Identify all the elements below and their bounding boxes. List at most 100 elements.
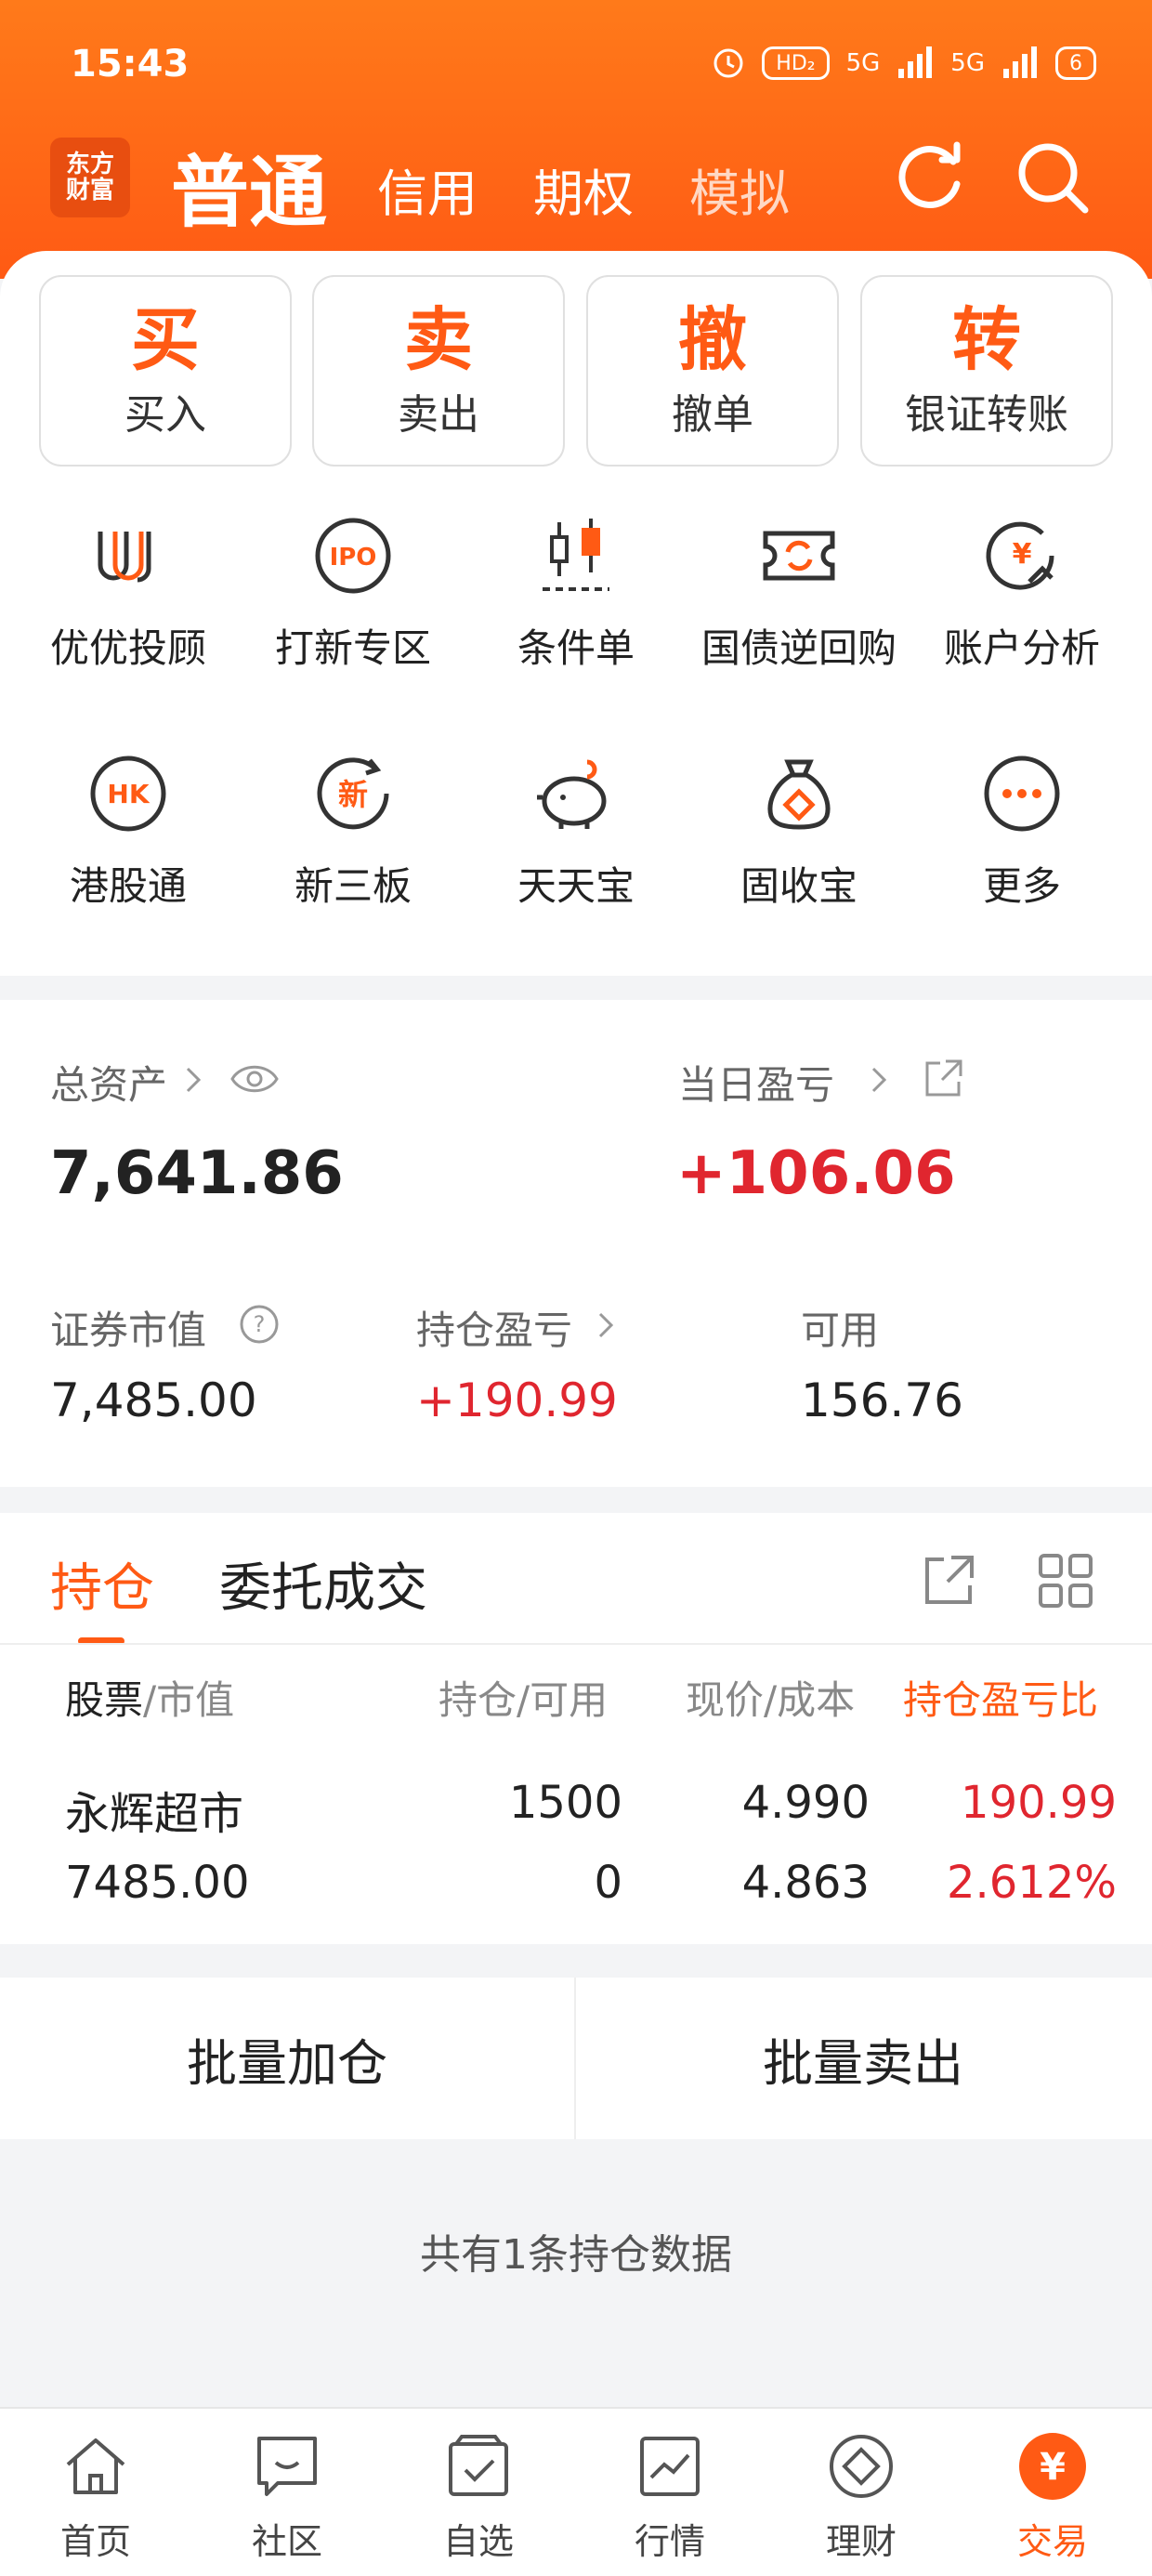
diamond-icon xyxy=(830,2435,893,2498)
app-header: 15:43 HD₂ 5G 5G 6 东方 财富 普通 信用 期权 模拟 xyxy=(0,0,1152,279)
asset-summary: 总资产 7,641.86 当日盈亏 +106.06 证券市值 ? 7,485.0… xyxy=(0,1000,1152,1487)
batch-add-button[interactable]: 批量加仓 xyxy=(0,1978,574,2139)
nav-label: 交易 xyxy=(1016,2521,1088,2562)
feature-label: 天天宝 xyxy=(517,863,635,909)
batch-sell-button[interactable]: 批量卖出 xyxy=(576,1978,1150,2139)
stock-market-value: 7485.00 xyxy=(65,1857,250,1909)
alarm-icon xyxy=(713,48,743,78)
svg-text:?: ? xyxy=(254,1311,266,1337)
stock-name: 永辉超市 xyxy=(65,1788,244,1840)
app-logo[interactable]: 东方 财富 xyxy=(50,138,130,217)
chevron-right-icon xyxy=(598,1312,614,1338)
daily-pl-label[interactable]: 当日盈亏 xyxy=(678,1054,834,1111)
yen-analysis-icon: ¥ xyxy=(986,521,1054,590)
holdings-section: 持仓 委托成交 股票 /市值 持仓/可用 现价/成本 持仓盈亏比 永辉超市 74… xyxy=(0,1513,1152,1944)
trade-yen-icon: ¥ xyxy=(1019,2433,1086,2500)
buy-button[interactable]: 买 买入 xyxy=(39,275,292,467)
candlestick-icon xyxy=(543,519,609,591)
grid-view-icon[interactable] xyxy=(1035,1550,1094,1610)
feature-more[interactable]: 更多 xyxy=(907,740,1137,926)
col-header-position: 持仓/可用 xyxy=(439,1677,609,1723)
feature-uu-advisor[interactable]: 优优投顾 xyxy=(13,502,243,688)
quick-actions-panel: 买 买入 卖 卖出 撤 撤单 转 银证转账 优优投顾 IPO 打新专区 条件单 … xyxy=(0,251,1152,976)
market-value: 7,485.00 xyxy=(50,1373,257,1427)
feature-reverse-repo[interactable]: 国债逆回购 xyxy=(684,502,914,688)
feature-conditional-order[interactable]: 条件单 xyxy=(461,502,691,688)
transfer-label: 银证转账 xyxy=(905,391,1068,439)
market-value-label: 证券市值 xyxy=(50,1308,207,1353)
batch-actions: 批量加仓 批量卖出 xyxy=(0,1978,1152,2139)
divider xyxy=(0,1643,1152,1645)
refresh-icon[interactable] xyxy=(888,136,972,219)
cancel-glyph: 撤 xyxy=(678,300,747,380)
hd-badge: HD₂ xyxy=(762,46,830,80)
new-board-icon: 新 xyxy=(317,757,389,830)
tab-positions[interactable]: 持仓 xyxy=(50,1546,154,1622)
tab-orders-trades[interactable]: 委托成交 xyxy=(219,1546,427,1622)
help-icon[interactable]: ? xyxy=(238,1303,281,1346)
col-header-price: 现价/成本 xyxy=(686,1677,856,1723)
logo-text-2: 财富 xyxy=(65,177,114,204)
sell-button[interactable]: 卖 卖出 xyxy=(312,275,565,467)
feature-label: 新三板 xyxy=(294,863,412,909)
tab-options[interactable]: 期权 xyxy=(533,152,634,226)
watchlist-icon xyxy=(449,2435,508,2496)
cancel-label: 撤单 xyxy=(672,391,753,439)
nav-label: 自选 xyxy=(442,2521,514,2562)
position-pl: 190.99 xyxy=(961,1777,1117,1829)
position-qty: 1500 xyxy=(508,1777,622,1829)
nav-watchlist[interactable]: 自选 xyxy=(383,2409,574,2576)
tab-credit[interactable]: 信用 xyxy=(377,152,478,226)
feature-label: 账户分析 xyxy=(943,625,1100,671)
search-icon[interactable] xyxy=(1011,136,1094,219)
nav-label: 理财 xyxy=(825,2521,897,2562)
logo-text-1: 东方 xyxy=(65,151,114,178)
export-icon[interactable] xyxy=(920,1550,979,1610)
feature-new-third-board[interactable]: 新 新三板 xyxy=(238,740,468,926)
feature-fixed-income[interactable]: 固收宝 xyxy=(684,740,914,926)
ipo-icon: IPO xyxy=(315,518,391,594)
feature-label: 港股通 xyxy=(69,863,187,909)
available-value: 156.76 xyxy=(801,1373,963,1427)
feature-label: 国债逆回购 xyxy=(700,625,897,671)
status-bar: 15:43 HD₂ 5G 5G 6 xyxy=(0,37,1152,102)
position-pl-value: +190.99 xyxy=(416,1373,618,1427)
home-icon xyxy=(66,2438,125,2494)
signal-5g-2: 5G xyxy=(950,49,985,77)
feature-tiantianbao[interactable]: 天天宝 xyxy=(461,740,691,926)
col-header-pl-ratio[interactable]: 持仓盈亏比 xyxy=(903,1669,1106,1726)
signal-5g-1: 5G xyxy=(845,49,881,77)
uu-advisor-icon xyxy=(98,532,151,583)
total-assets-label[interactable]: 总资产 xyxy=(50,1054,167,1111)
available-qty: 0 xyxy=(594,1857,622,1909)
chevron-right-icon xyxy=(871,1067,887,1093)
tab-normal[interactable]: 普通 xyxy=(171,130,327,243)
nav-community[interactable]: 社区 xyxy=(191,2409,383,2576)
transfer-glyph: 转 xyxy=(952,300,1021,380)
feature-ipo[interactable]: IPO 打新专区 xyxy=(238,502,468,688)
buy-glyph: 买 xyxy=(131,300,200,380)
current-price: 4.990 xyxy=(741,1777,870,1829)
feature-account-analysis[interactable]: ¥ 账户分析 xyxy=(907,502,1137,688)
nav-market[interactable]: 行情 xyxy=(574,2409,766,2576)
nav-home[interactable]: 首页 xyxy=(0,2409,191,2576)
share-icon[interactable] xyxy=(922,1056,966,1100)
repo-ticket-icon xyxy=(763,531,835,581)
cost-price: 4.863 xyxy=(741,1857,870,1909)
chevron-right-icon xyxy=(186,1067,202,1093)
svg-text:新: 新 xyxy=(338,777,368,812)
chat-icon xyxy=(257,2437,317,2496)
buy-label: 买入 xyxy=(124,391,206,439)
cancel-order-button[interactable]: 撤 撤单 xyxy=(586,275,839,467)
nav-trade[interactable]: ¥ 交易 xyxy=(957,2409,1148,2576)
feature-hk-connect[interactable]: HK 港股通 xyxy=(13,740,243,926)
svg-text:¥: ¥ xyxy=(1040,2446,1066,2489)
battery-icon: 6 xyxy=(1055,46,1096,80)
eye-icon[interactable] xyxy=(229,1058,281,1100)
tab-simulation[interactable]: 模拟 xyxy=(689,152,790,226)
svg-text:IPO: IPO xyxy=(330,544,377,572)
position-pl-label[interactable]: 持仓盈亏 xyxy=(416,1299,572,1356)
bank-transfer-button[interactable]: 转 银证转账 xyxy=(860,275,1113,467)
money-bag-icon xyxy=(767,759,831,830)
nav-wealth[interactable]: 理财 xyxy=(766,2409,957,2576)
